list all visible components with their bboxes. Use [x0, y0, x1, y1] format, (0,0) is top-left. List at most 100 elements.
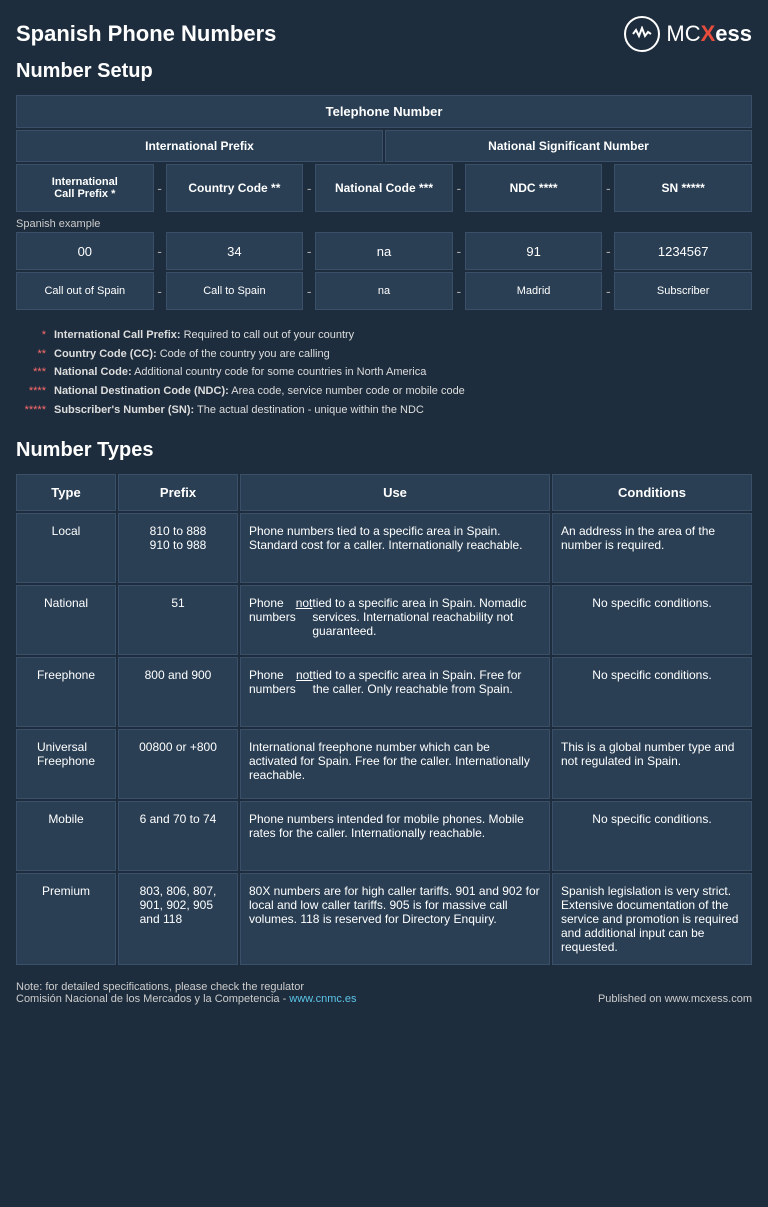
ndc-label: NDC ****: [465, 164, 603, 212]
sep-v1: -: [154, 232, 166, 270]
footer-published: Published on www.mcxess.com: [598, 993, 752, 1005]
table-row-universal-freephone: Universal Freephone 00800 or +800 Intern…: [16, 729, 752, 799]
type-local: Local: [16, 513, 116, 583]
sep-4: -: [602, 164, 614, 212]
value-00: 00: [16, 232, 154, 270]
table-row-national: National 51 Phone numbers not tied to a …: [16, 585, 752, 655]
international-prefix-label: International Prefix: [16, 130, 383, 162]
type-national: National: [16, 585, 116, 655]
footer-regulator: Comisión Nacional de los Mercados y la C…: [16, 993, 357, 1005]
sep-1: -: [154, 164, 166, 212]
number-types-table: Type Prefix Use Conditions Local 810 to …: [16, 474, 752, 965]
country-code-label: Country Code **: [166, 164, 304, 212]
col-use: Use: [240, 474, 550, 511]
use-mobile: Phone numbers intended for mobile phones…: [240, 801, 550, 871]
conditions-local: An address in the area of the number is …: [552, 513, 752, 583]
note-text-5: Subscriber's Number (SN): The actual des…: [54, 401, 752, 420]
col-conditions: Conditions: [552, 474, 752, 511]
national-code-label: National Code ***: [315, 164, 453, 212]
note-text-4: National Destination Code (NDC): Area co…: [54, 382, 752, 401]
prefix-freephone: 800 and 900: [118, 657, 238, 727]
name-call-out: Call out of Spain: [16, 272, 154, 310]
note-text-3: National Code: Additional country code f…: [54, 363, 752, 382]
sn-label: SN *****: [614, 164, 752, 212]
telephone-number-row: Telephone Number: [16, 95, 752, 128]
page-title: Spanish Phone Numbers: [16, 21, 276, 47]
type-freephone: Freephone: [16, 657, 116, 727]
note-row-5: ***** Subscriber's Number (SN): The actu…: [16, 401, 752, 420]
note-asterisk-3: ***: [16, 363, 46, 382]
note-asterisk-1: *: [16, 326, 46, 345]
logo: MCXess: [624, 16, 752, 52]
example-values-row: 00 - 34 - na - 91 - 1234567: [16, 232, 752, 270]
national-significant-number-label: National Significant Number: [385, 130, 752, 162]
logo-text: MCXess: [666, 21, 752, 47]
number-setup-title: Number Setup: [16, 60, 752, 83]
name-madrid: Madrid: [465, 272, 603, 310]
intl-call-prefix-label: International Call Prefix *: [16, 164, 154, 212]
use-national: Phone numbers not tied to a specific are…: [240, 585, 550, 655]
logo-icon: [624, 16, 660, 52]
table-row-local: Local 810 to 888 910 to 988 Phone number…: [16, 513, 752, 583]
use-premium: 80X numbers are for high caller tariffs.…: [240, 873, 550, 965]
codes-row: International Call Prefix * - Country Co…: [16, 164, 752, 212]
example-names-row: Call out of Spain - Call to Spain - na -…: [16, 272, 752, 310]
footer: Note: for detailed specifications, pleas…: [16, 981, 752, 1005]
use-local: Phone numbers tied to a specific area in…: [240, 513, 550, 583]
sep-n2: -: [303, 272, 315, 310]
sep-v4: -: [602, 232, 614, 270]
table-header-row: Type Prefix Use Conditions: [16, 474, 752, 511]
page-header: Spanish Phone Numbers MCXess: [16, 16, 752, 52]
sep-2: -: [303, 164, 315, 212]
note-text-2: Country Code (CC): Code of the country y…: [54, 345, 752, 364]
name-subscriber: Subscriber: [614, 272, 752, 310]
conditions-national: No specific conditions.: [552, 585, 752, 655]
type-universal-freephone: Universal Freephone: [16, 729, 116, 799]
prefix-local: 810 to 888 910 to 988: [118, 513, 238, 583]
footer-left: Note: for detailed specifications, pleas…: [16, 981, 357, 1005]
sep-v3: -: [453, 232, 465, 270]
value-1234567: 1234567: [614, 232, 752, 270]
number-setup-section: Number Setup Telephone Number Internatio…: [16, 60, 752, 310]
notes-section: * International Call Prefix: Required to…: [16, 326, 752, 419]
col-type: Type: [16, 474, 116, 511]
note-row-4: **** National Destination Code (NDC): Ar…: [16, 382, 752, 401]
col-prefix: Prefix: [118, 474, 238, 511]
number-types-title: Number Types: [16, 439, 752, 462]
footer-note: Note: for detailed specifications, pleas…: [16, 981, 357, 993]
name-na: na: [315, 272, 453, 310]
number-types-section: Number Types Type Prefix Use Conditions …: [16, 439, 752, 965]
type-mobile: Mobile: [16, 801, 116, 871]
note-row-2: ** Country Code (CC): Code of the countr…: [16, 345, 752, 364]
sep-n1: -: [154, 272, 166, 310]
table-row-freephone: Freephone 800 and 900 Phone numbers not …: [16, 657, 752, 727]
conditions-premium: Spanish legislation is very strict. Exte…: [552, 873, 752, 965]
footer-right: Published on www.mcxess.com: [598, 993, 752, 1005]
conditions-freephone: No specific conditions.: [552, 657, 752, 727]
sep-3: -: [453, 164, 465, 212]
note-row-1: * International Call Prefix: Required to…: [16, 326, 752, 345]
note-text-1: International Call Prefix: Required to c…: [54, 326, 752, 345]
table-row-premium: Premium 803, 806, 807, 901, 902, 905 and…: [16, 873, 752, 965]
footer-regulator-label: Comisión Nacional de los Mercados y la C…: [16, 993, 289, 1005]
value-na: na: [315, 232, 453, 270]
conditions-universal-freephone: This is a global number type and not reg…: [552, 729, 752, 799]
value-91: 91: [465, 232, 603, 270]
telephone-number-label: Telephone Number: [16, 95, 752, 128]
note-row-3: *** National Code: Additional country co…: [16, 363, 752, 382]
sep-n4: -: [602, 272, 614, 310]
example-label: Spanish example: [16, 218, 752, 230]
sep-v2: -: [303, 232, 315, 270]
footer-regulator-link[interactable]: www.cnmc.es: [289, 993, 356, 1005]
prefix-universal-freephone: 00800 or +800: [118, 729, 238, 799]
use-universal-freephone: International freephone number which can…: [240, 729, 550, 799]
use-freephone: Phone numbers not tied to a specific are…: [240, 657, 550, 727]
prefix-premium: 803, 806, 807, 901, 902, 905 and 118: [118, 873, 238, 965]
prefix-national: 51: [118, 585, 238, 655]
sep-n3: -: [453, 272, 465, 310]
name-call-to-spain: Call to Spain: [166, 272, 304, 310]
note-asterisk-4: ****: [16, 382, 46, 401]
value-34: 34: [166, 232, 304, 270]
type-premium: Premium: [16, 873, 116, 965]
note-asterisk-2: **: [16, 345, 46, 364]
